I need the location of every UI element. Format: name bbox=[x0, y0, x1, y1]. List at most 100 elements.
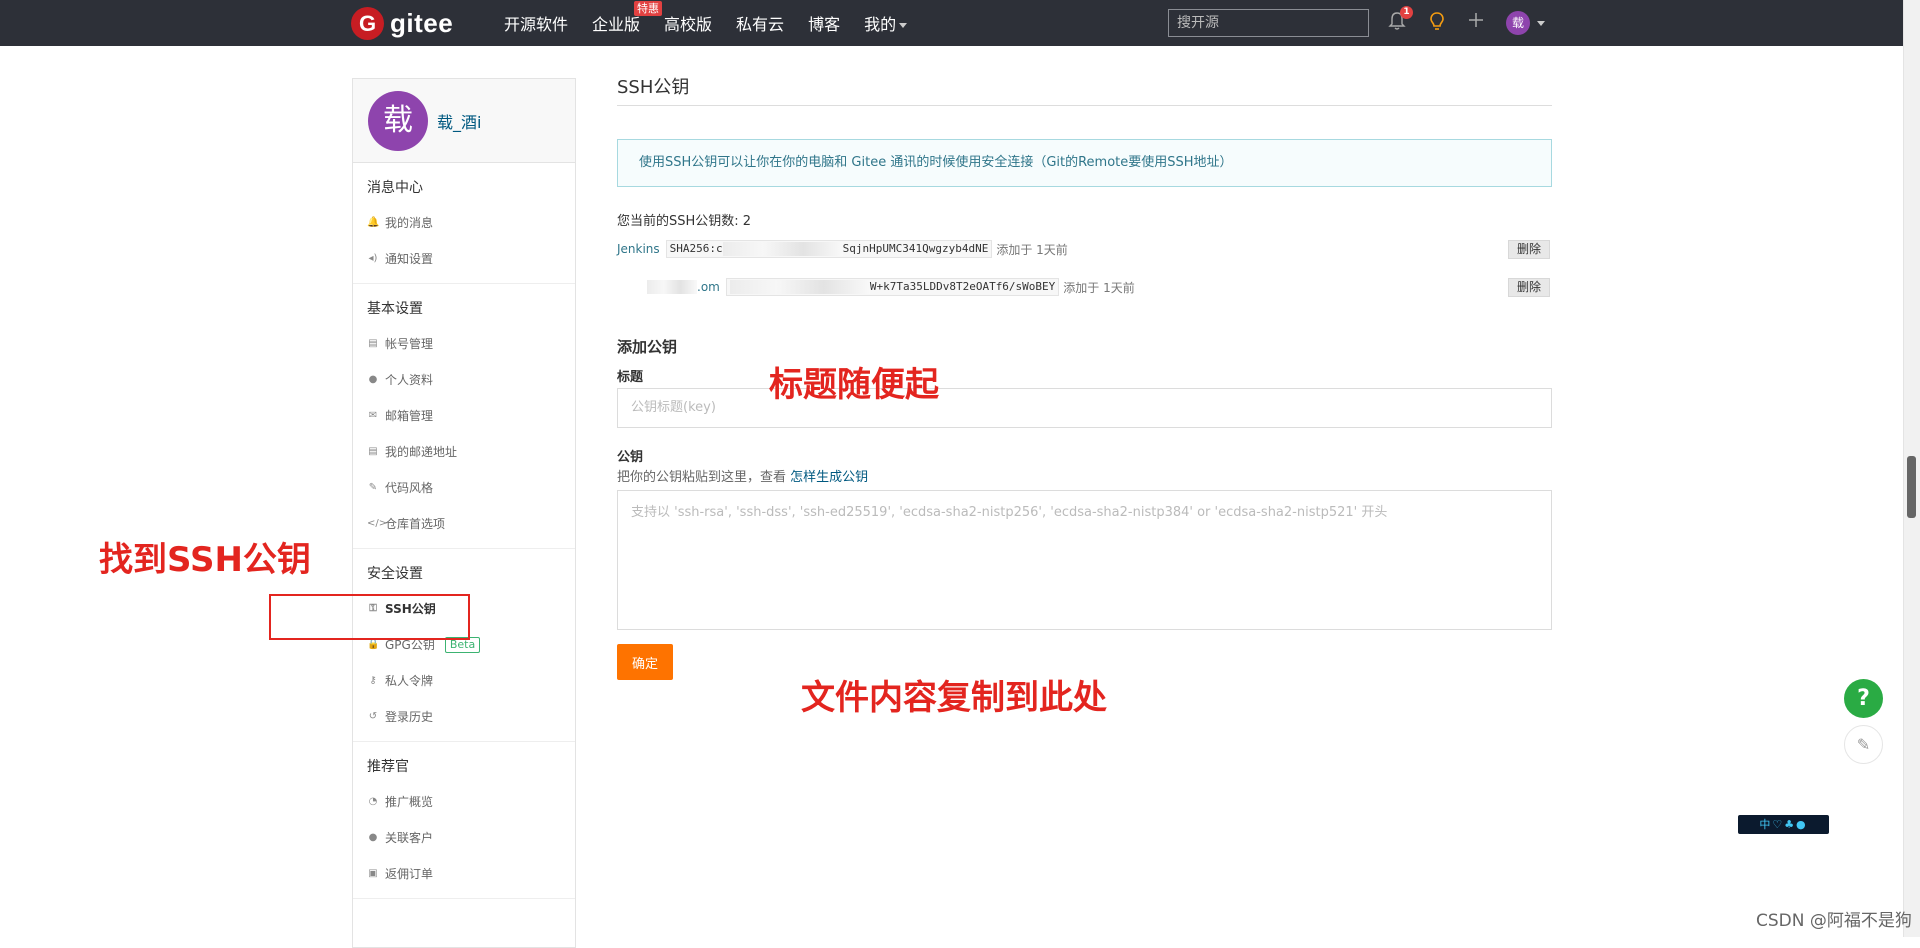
redacted-blur bbox=[722, 242, 843, 256]
address-card-icon: ▤ bbox=[368, 446, 378, 457]
promo-badge: 特惠 bbox=[634, 1, 663, 16]
lightbulb-icon[interactable] bbox=[1426, 11, 1448, 33]
key-hint-text: 把你的公钥粘贴到这里，查看 bbox=[617, 470, 791, 485]
sidebar-item-label: 登录历史 bbox=[385, 710, 434, 724]
key-fingerprint: SHA256:c SqjnHpUMC341Qwgzyb4dNE bbox=[665, 240, 993, 258]
main-nav: 开源软件 企业版 特惠 高校版 私有云 博客 我的 bbox=[504, 0, 931, 46]
code-icon: </> bbox=[367, 518, 388, 529]
section-title: 基本设置 bbox=[367, 301, 423, 317]
gitee-logo-text: gitee bbox=[390, 8, 454, 38]
sidebar-item-promo-overview[interactable]: ◔ 推广概览 bbox=[353, 784, 575, 820]
help-button[interactable]: ? bbox=[1844, 679, 1883, 718]
gitee-logo[interactable]: G gitee bbox=[351, 7, 453, 40]
brush-icon: ✎ bbox=[368, 482, 378, 493]
fingerprint-prefix: SHA256:c bbox=[669, 242, 723, 255]
annotation-copy-here: 文件内容复制到此处 bbox=[801, 678, 1107, 718]
annotation-highlight-box bbox=[269, 594, 470, 640]
history-icon: ↺ bbox=[368, 711, 378, 722]
sidebar-item-email[interactable]: ✉ 邮箱管理 bbox=[353, 398, 575, 434]
section-messages: 消息中心 🔔 我的消息 ◂) 通知设置 bbox=[353, 163, 575, 284]
sidebar-item-label: 私人令牌 bbox=[385, 674, 434, 688]
sidebar-item-notification-settings[interactable]: ◂) 通知设置 bbox=[353, 241, 575, 277]
search-input[interactable] bbox=[1168, 9, 1369, 37]
id-card-icon: ▤ bbox=[368, 338, 378, 349]
user-link-icon: ● bbox=[368, 832, 378, 843]
sidebar-item-account[interactable]: ▤ 帐号管理 bbox=[353, 326, 575, 362]
page-title: SSH公钥 bbox=[617, 78, 1552, 106]
dashboard-icon: ◔ bbox=[368, 796, 378, 807]
sidebar-item-label: 推广概览 bbox=[385, 795, 434, 809]
delete-key-button[interactable]: 删除 bbox=[1507, 278, 1550, 297]
section-basic: 基本设置 ▤ 帐号管理 ● 个人资料 ✉ 邮箱管理 ▤ 我的邮递地址 ✎ 代码风格 </>… bbox=[353, 284, 575, 549]
chevron-down-icon[interactable] bbox=[1537, 21, 1545, 26]
title-field-label: 标题 bbox=[617, 370, 644, 385]
gitee-logo-icon: G bbox=[351, 7, 384, 40]
sidebar-item-commission-orders[interactable]: ▣ 返佣订单 bbox=[353, 856, 575, 892]
main-content: SSH公钥 使用SSH公钥可以让你在你的电脑和 Gitee 通讯的时候使用安全连… bbox=[617, 78, 1552, 680]
nav-enterprise-label: 企业版 bbox=[592, 15, 641, 34]
user-icon: ● bbox=[368, 374, 378, 385]
nav-mine-label: 我的 bbox=[864, 15, 897, 34]
feedback-edit-icon[interactable]: ✎ bbox=[1844, 725, 1883, 764]
sidebar-item-label: 通知设置 bbox=[385, 252, 434, 266]
ssh-key-row: .om W+k7Ta35LDDv8T2eOATf6/sWoBEY 添加于 1天前… bbox=[617, 268, 1552, 306]
nav-enterprise[interactable]: 企业版 特惠 bbox=[592, 1, 663, 35]
csdn-watermark: CSDN @阿福不是狗 bbox=[1756, 911, 1912, 931]
section-title: 安全设置 bbox=[367, 566, 423, 582]
top-navbar: G gitee 开源软件 企业版特惠 高校版 私有云 博客 我的 1 载 bbox=[0, 0, 1903, 46]
sidebar-item-label: 仓库首选项 bbox=[385, 517, 446, 531]
nav-mine[interactable]: 我的 bbox=[864, 11, 908, 35]
key-title[interactable]: Jenkins bbox=[617, 242, 660, 256]
sidebar-item-my-messages[interactable]: 🔔 我的消息 bbox=[353, 205, 575, 241]
settings-sidebar: 载 载_酒i 消息中心 🔔 我的消息 ◂) 通知设置 基本设置 ▤ 帐号管理 ● 个人资… bbox=[352, 78, 576, 948]
sidebar-item-login-history[interactable]: ↺ 登录历史 bbox=[353, 699, 575, 735]
add-key-title: 添加公钥 bbox=[617, 338, 678, 356]
how-to-generate-link[interactable]: 怎样生成公钥 bbox=[790, 470, 868, 485]
key-hint: 把你的公钥粘贴到这里，查看 怎样生成公钥 bbox=[617, 466, 1552, 485]
envelope-icon: ✉ bbox=[368, 410, 378, 421]
key-title[interactable]: .om bbox=[697, 280, 720, 294]
floating-toolbar[interactable]: 中♡♣● bbox=[1738, 815, 1829, 834]
sidebar-item-label: 个人资料 bbox=[385, 373, 434, 387]
public-key-textarea[interactable]: 支持以 'ssh-rsa', 'ssh-dss', 'ssh-ed25519',… bbox=[617, 490, 1552, 630]
key-title-input[interactable]: 公钥标题(key) bbox=[617, 388, 1552, 428]
sidebar-item-label: 关联客户 bbox=[385, 831, 434, 845]
token-icon: ⚷ bbox=[369, 675, 377, 686]
sidebar-profile: 载 载_酒i bbox=[353, 79, 575, 163]
nav-education[interactable]: 高校版 bbox=[664, 11, 712, 35]
ssh-key-row: Jenkins SHA256:c SqjnHpUMC341Qwgzyb4dNE 添… bbox=[617, 230, 1552, 268]
section-security: 安全设置 ⚿ SSH公钥 🔒 GPG公钥 Beta ⚷ 私人令牌 ↺ 登录历史 bbox=[353, 549, 575, 742]
avatar[interactable]: 载 bbox=[368, 91, 428, 151]
redacted-blur bbox=[647, 280, 697, 294]
nav-open-source[interactable]: 开源软件 bbox=[504, 11, 568, 35]
section-title: 消息中心 bbox=[367, 180, 423, 196]
sidebar-item-linked-customers[interactable]: ● 关联客户 bbox=[353, 820, 575, 856]
chevron-down-icon bbox=[899, 23, 908, 28]
sidebar-item-label: 我的消息 bbox=[385, 216, 434, 230]
sidebar-item-address[interactable]: ▤ 我的邮递地址 bbox=[353, 434, 575, 470]
section-title: 推荐官 bbox=[367, 759, 409, 775]
redacted-blur bbox=[729, 280, 870, 294]
user-avatar[interactable]: 载 bbox=[1506, 11, 1530, 35]
nav-blog[interactable]: 博客 bbox=[808, 11, 840, 35]
key-added-time: 添加于 1天前 bbox=[996, 242, 1068, 257]
sidebar-item-profile[interactable]: ● 个人资料 bbox=[353, 362, 575, 398]
delete-key-button[interactable]: 删除 bbox=[1507, 240, 1550, 259]
sidebar-item-tokens[interactable]: ⚷ 私人令牌 bbox=[353, 663, 575, 699]
sidebar-item-label: 返佣订单 bbox=[385, 867, 434, 881]
sidebar-item-label: 我的邮递地址 bbox=[385, 445, 458, 459]
submit-button[interactable]: 确定 bbox=[617, 644, 673, 680]
ssh-key-count: 您当前的SSH公钥数: 2 bbox=[617, 214, 752, 229]
plus-icon[interactable] bbox=[1465, 11, 1487, 33]
username-link[interactable]: 载_酒i bbox=[437, 109, 481, 133]
sidebar-item-code-style[interactable]: ✎ 代码风格 bbox=[353, 470, 575, 506]
sidebar-item-label: 帐号管理 bbox=[385, 337, 434, 351]
sidebar-item-label: 邮箱管理 bbox=[385, 409, 434, 423]
speaker-icon: ◂) bbox=[368, 253, 378, 264]
scrollbar-thumb[interactable] bbox=[1907, 456, 1916, 518]
key-added-time: 添加于 1天前 bbox=[1063, 280, 1135, 295]
sidebar-item-repo-prefs[interactable]: </> 仓库首选项 bbox=[353, 506, 575, 542]
key-fingerprint: W+k7Ta35LDDv8T2eOATf6/sWoBEY bbox=[725, 278, 1060, 296]
nav-private-cloud[interactable]: 私有云 bbox=[736, 11, 784, 35]
info-banner: 使用SSH公钥可以让你在你的电脑和 Gitee 通讯的时候使用安全连接（Git的… bbox=[617, 139, 1552, 187]
